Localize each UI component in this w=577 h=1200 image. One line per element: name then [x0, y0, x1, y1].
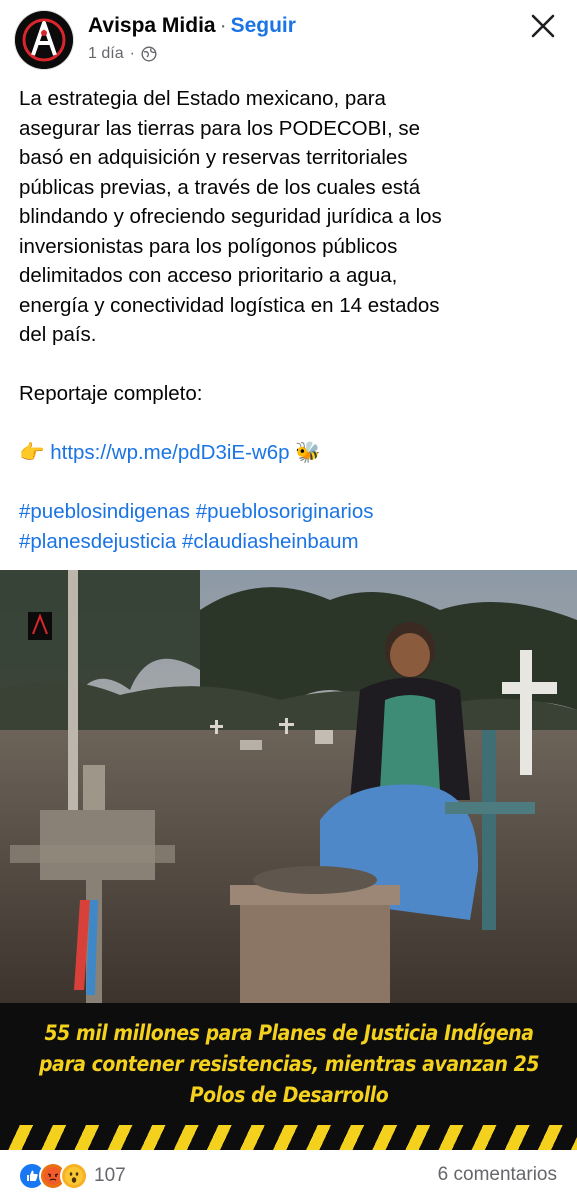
post-line-9: del país. — [19, 323, 97, 346]
post-line-3: basó en adquisición y reservas territori… — [19, 146, 408, 169]
separator-dot: · — [219, 14, 227, 37]
hashtag-planesdejusticia[interactable]: #planesdejusticia — [19, 530, 176, 553]
hashtag-pueblosindigenas[interactable]: #pueblosindigenas — [19, 500, 190, 523]
post-image[interactable]: 55 mil millones para Planes de Justicia … — [0, 570, 577, 1150]
post-body: La estrategia del Estado mexicano, para … — [19, 84, 564, 556]
caption-line-2: para contener resistencias, mientras ava… — [38, 1051, 539, 1076]
reactions-summary[interactable]: 107 — [18, 1162, 126, 1190]
bee-icon: 🐝 — [295, 441, 321, 464]
post-line-8: energía y conectividad logística en 14 e… — [19, 293, 440, 317]
post-line-5: blindando y ofreciendo seguridad jurídic… — [19, 205, 442, 228]
page-name-line: Avispa Midia · Seguir — [88, 14, 296, 38]
post-line-7: delimitados con acceso prioritario a agu… — [19, 264, 398, 287]
hashtag-claudiasheinbaum[interactable]: #claudiasheinbaum — [182, 530, 359, 553]
separator-dot-meta: · — [129, 45, 135, 62]
hashtag-line-2: #planesdejusticia #claudiasheinbaum — [19, 527, 564, 557]
close-icon — [531, 14, 555, 38]
post-line-6: inversionistas para los polígonos públic… — [19, 234, 398, 258]
post-time[interactable]: 1 día — [88, 45, 124, 63]
close-button[interactable] — [527, 10, 559, 42]
hashtag-pueblosoriginarios[interactable]: #pueblosoriginarios — [196, 500, 374, 523]
page-name[interactable]: Avispa Midia — [88, 14, 216, 37]
reaction-count: 107 — [94, 1165, 126, 1186]
page-avatar[interactable] — [15, 11, 73, 69]
cemetery-photo — [0, 570, 577, 1003]
caption-text: 55 mil millones para Planes de Justicia … — [37, 1018, 541, 1111]
post-line-4: públicas previas, a través de los cuales… — [19, 175, 421, 199]
image-caption: 55 mil millones para Planes de Justicia … — [0, 1003, 577, 1125]
link-line: 👉 https://wp.me/pdD3iE-w6p 🐝 — [19, 438, 564, 468]
avispa-logo-icon — [15, 11, 73, 69]
post-meta: 1 día · — [88, 45, 157, 63]
post-line-2: asegurar las tierras para los PODECOBI, … — [19, 116, 421, 140]
caption-line-1: 55 mil millones para Planes de Justicia … — [43, 1020, 534, 1045]
post-line-1: La estrategia del Estado mexicano, para — [19, 87, 386, 110]
pointing-hand-icon: 👉 — [19, 441, 45, 464]
comments-link[interactable]: 6 comentarios — [438, 1164, 557, 1186]
wow-icon — [60, 1162, 88, 1190]
article-link[interactable]: https://wp.me/pdD3iE-w6p — [50, 441, 289, 464]
follow-button[interactable]: Seguir — [231, 14, 296, 37]
post-footer: 107 6 comentarios — [0, 1150, 577, 1200]
hashtag-line-1: #pueblosindigenas #pueblosoriginarios — [19, 497, 564, 527]
report-label: Reportaje completo: — [19, 382, 203, 405]
caution-stripe — [0, 1125, 577, 1150]
caption-line-3: Polos de Desarrollo — [189, 1082, 388, 1107]
post-header: Avispa Midia · Seguir 1 día · — [0, 0, 577, 78]
globe-icon — [141, 46, 157, 62]
